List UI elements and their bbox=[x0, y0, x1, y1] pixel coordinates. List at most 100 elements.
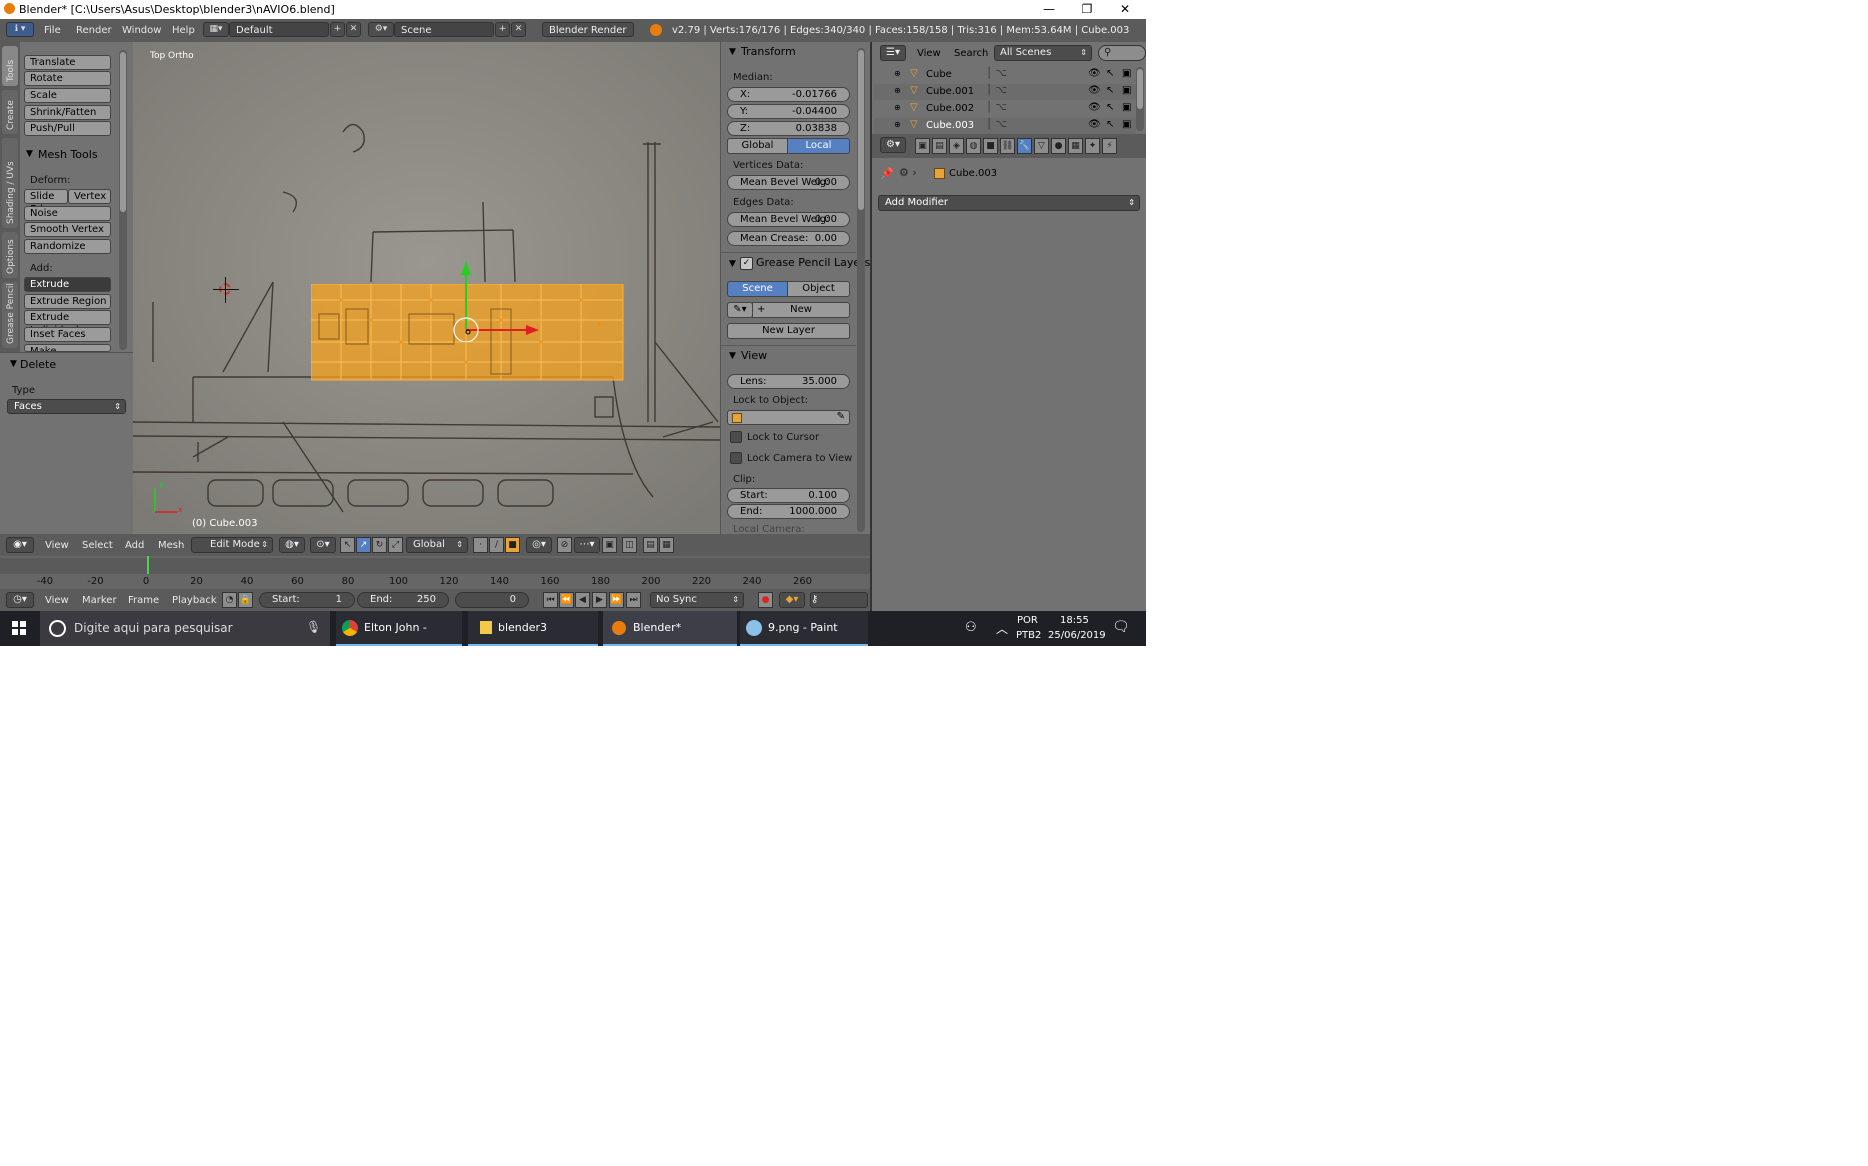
mesh-tools-collapse-icon[interactable]: ▼ bbox=[26, 149, 33, 159]
scale-manipulator-icon[interactable]: ⤢ bbox=[388, 537, 403, 553]
tab-grease-pencil[interactable]: Grease Pencil bbox=[2, 282, 18, 348]
mean-crease-field[interactable]: Mean Crease: 0.00 bbox=[727, 231, 850, 246]
current-frame-field[interactable]: 0 bbox=[455, 592, 529, 608]
randomize-button[interactable]: Randomize bbox=[24, 239, 111, 254]
add-modifier-select[interactable]: Add Modifier ⇕ bbox=[878, 195, 1140, 211]
lock-object-field[interactable]: ✎ bbox=[727, 410, 850, 425]
tab-shading-uvs[interactable]: Shading / UVs bbox=[2, 138, 18, 228]
properties-tab-physics-icon[interactable]: ⚡ bbox=[1102, 138, 1117, 154]
timeline-menu-view[interactable]: View bbox=[45, 595, 69, 606]
current-frame-marker[interactable] bbox=[147, 556, 149, 574]
menu-render[interactable]: Render bbox=[76, 25, 112, 36]
expand-icon[interactable]: ⊕ bbox=[894, 86, 901, 95]
clip-end-field[interactable]: End: 1000.000 bbox=[727, 504, 850, 519]
menu-file[interactable]: File bbox=[44, 25, 61, 36]
pivot-point-button[interactable]: ⊙▾ bbox=[310, 537, 336, 553]
start-frame-field[interactable]: Start: 1 bbox=[259, 592, 355, 608]
keyframe-insert-field[interactable]: ⚷ bbox=[810, 592, 868, 608]
taskbar-search-box[interactable]: Digite aqui para pesquisar 🎙 bbox=[40, 611, 330, 646]
translate-manipulator-icon[interactable]: ↗ bbox=[356, 537, 371, 553]
notification-icon[interactable]: 🗨 bbox=[1112, 619, 1130, 635]
median-x-field[interactable]: X: -0.01766 bbox=[727, 87, 850, 102]
language-code[interactable]: POR bbox=[1017, 615, 1038, 626]
outliner-item[interactable]: ⊕ ▽ Cube.003 │ ⌥ 👁 ↖ ▣ bbox=[874, 118, 1136, 134]
selectable-cursor-icon[interactable]: ↖ bbox=[1106, 119, 1114, 130]
3d-cursor-icon[interactable] bbox=[213, 277, 239, 303]
jump-keyframe-back-icon[interactable]: ⏪ bbox=[559, 592, 574, 608]
shrink-fatten-button[interactable]: Shrink/Fatten bbox=[24, 105, 111, 120]
scene-add-button[interactable]: + bbox=[495, 22, 510, 37]
outliner-item[interactable]: ⊕ ▽ Cube │ ⌥ 👁 ↖ ▣ bbox=[874, 67, 1136, 83]
scale-button[interactable]: Scale bbox=[24, 88, 111, 103]
lens-field[interactable]: Lens: 35.000 bbox=[727, 374, 850, 389]
render-preview-icon[interactable]: ▣ bbox=[602, 537, 617, 553]
face-select-icon[interactable]: ■ bbox=[505, 537, 520, 553]
clock-date[interactable]: 25/06/2019 bbox=[1048, 630, 1106, 641]
layout-add-button[interactable]: + bbox=[330, 22, 345, 37]
transform-manipulator[interactable] bbox=[448, 257, 543, 342]
outliner-item[interactable]: ⊕ ▽ Cube.002 │ ⌥ 👁 ↖ ▣ bbox=[874, 101, 1136, 117]
pin-icon[interactable]: 📌 bbox=[880, 167, 894, 180]
play-icon[interactable]: ▶ bbox=[592, 592, 607, 608]
menu-mesh[interactable]: Mesh bbox=[158, 540, 184, 551]
type-select[interactable]: Faces ⇕ bbox=[7, 399, 126, 414]
people-icon[interactable]: ⚇ bbox=[965, 620, 977, 635]
editor-type-properties-button[interactable]: ⚙▾ bbox=[880, 137, 906, 153]
mode-select[interactable]: Edit Mode ⇕ bbox=[191, 537, 273, 553]
properties-tab-particles-icon[interactable]: ✦ bbox=[1085, 138, 1100, 154]
make-edge-face-button[interactable]: Make Edge/Face bbox=[24, 344, 111, 352]
outliner-menu-search[interactable]: Search bbox=[954, 48, 988, 59]
menu-add[interactable]: Add bbox=[125, 540, 144, 551]
vertex-select-icon[interactable]: · bbox=[473, 537, 488, 553]
outliner-item[interactable]: ⊕ ▽ Cube.001 │ ⌥ 👁 ↖ ▣ bbox=[874, 84, 1136, 100]
sync-select[interactable]: No Sync ⇕ bbox=[650, 592, 744, 608]
eyedropper-icon[interactable]: ✎ bbox=[837, 411, 845, 422]
play-reverse-icon[interactable]: ◀ bbox=[575, 592, 590, 608]
snap-element-button[interactable]: ⋯▾ bbox=[574, 537, 600, 553]
local-toggle[interactable]: Local bbox=[787, 138, 850, 154]
median-z-field[interactable]: Z: 0.03838 bbox=[727, 121, 850, 136]
tab-tools[interactable]: Tools bbox=[2, 46, 18, 86]
menu-select[interactable]: Select bbox=[82, 540, 113, 551]
grease-pencil-checkbox[interactable]: ✓ bbox=[740, 257, 753, 270]
properties-tab-object-icon[interactable]: ■ bbox=[983, 138, 998, 154]
show-hidden-icons[interactable]: ︿ bbox=[996, 620, 1008, 637]
extrude-select[interactable]: Extrude bbox=[24, 277, 111, 292]
properties-tab-material-icon[interactable]: ● bbox=[1051, 138, 1066, 154]
properties-tab-constraints-icon[interactable]: ⛓ bbox=[1000, 138, 1015, 154]
visibility-eye-icon[interactable]: 👁 bbox=[1088, 85, 1101, 96]
smooth-vertex-button[interactable]: Smooth Vertex bbox=[24, 222, 111, 237]
extrude-region-button[interactable]: Extrude Region bbox=[24, 294, 111, 309]
end-frame-field[interactable]: End: 250 bbox=[357, 592, 449, 608]
menu-help[interactable]: Help bbox=[172, 25, 195, 36]
noise-button[interactable]: Noise bbox=[24, 206, 111, 221]
transform-collapse-icon[interactable]: ▼ bbox=[729, 47, 736, 57]
tab-create[interactable]: Create bbox=[2, 90, 18, 134]
outliner-scrollbar[interactable] bbox=[1136, 67, 1144, 131]
menu-window[interactable]: Window bbox=[122, 25, 161, 36]
animation-render-icon[interactable]: ▦ bbox=[659, 537, 674, 553]
grease-collapse-icon[interactable]: ▼ bbox=[729, 259, 736, 269]
timeline-menu-marker[interactable]: Marker bbox=[82, 595, 117, 606]
outliner-menu-view[interactable]: View bbox=[917, 48, 941, 59]
edge-select-icon[interactable]: / bbox=[489, 537, 504, 553]
grease-object-toggle[interactable]: Object bbox=[787, 281, 850, 297]
renderable-camera-icon[interactable]: ▣ bbox=[1122, 85, 1131, 96]
outliner-search-input[interactable]: ⚲ bbox=[1098, 45, 1146, 61]
properties-tab-render-icon[interactable]: ▣ bbox=[915, 138, 930, 154]
taskbar-app-blender[interactable]: Blender* [C:\Users\... bbox=[603, 611, 737, 646]
n-panel-scrollbar[interactable] bbox=[857, 48, 865, 532]
editor-type-outliner-button[interactable]: ☰▾ bbox=[880, 45, 906, 61]
mean-bevel-vertex-field[interactable]: Mean Bevel Weig: 0.00 bbox=[727, 175, 850, 190]
renderable-camera-icon[interactable]: ▣ bbox=[1122, 119, 1131, 130]
rotate-button[interactable]: Rotate bbox=[24, 71, 111, 86]
renderable-camera-icon[interactable]: ▣ bbox=[1122, 68, 1131, 79]
outliner-filter-select[interactable]: All Scenes ⇕ bbox=[994, 45, 1092, 61]
expand-icon[interactable]: ⊕ bbox=[894, 69, 901, 78]
screen-layout-field[interactable]: Default bbox=[229, 22, 329, 37]
keying-set-button[interactable]: ◆▾ bbox=[779, 592, 805, 608]
windows-start-icon[interactable] bbox=[12, 621, 26, 635]
selectable-cursor-icon[interactable]: ↖ bbox=[1106, 68, 1114, 79]
tab-options[interactable]: Options bbox=[2, 232, 18, 278]
visibility-eye-icon[interactable]: 👁 bbox=[1088, 119, 1101, 130]
